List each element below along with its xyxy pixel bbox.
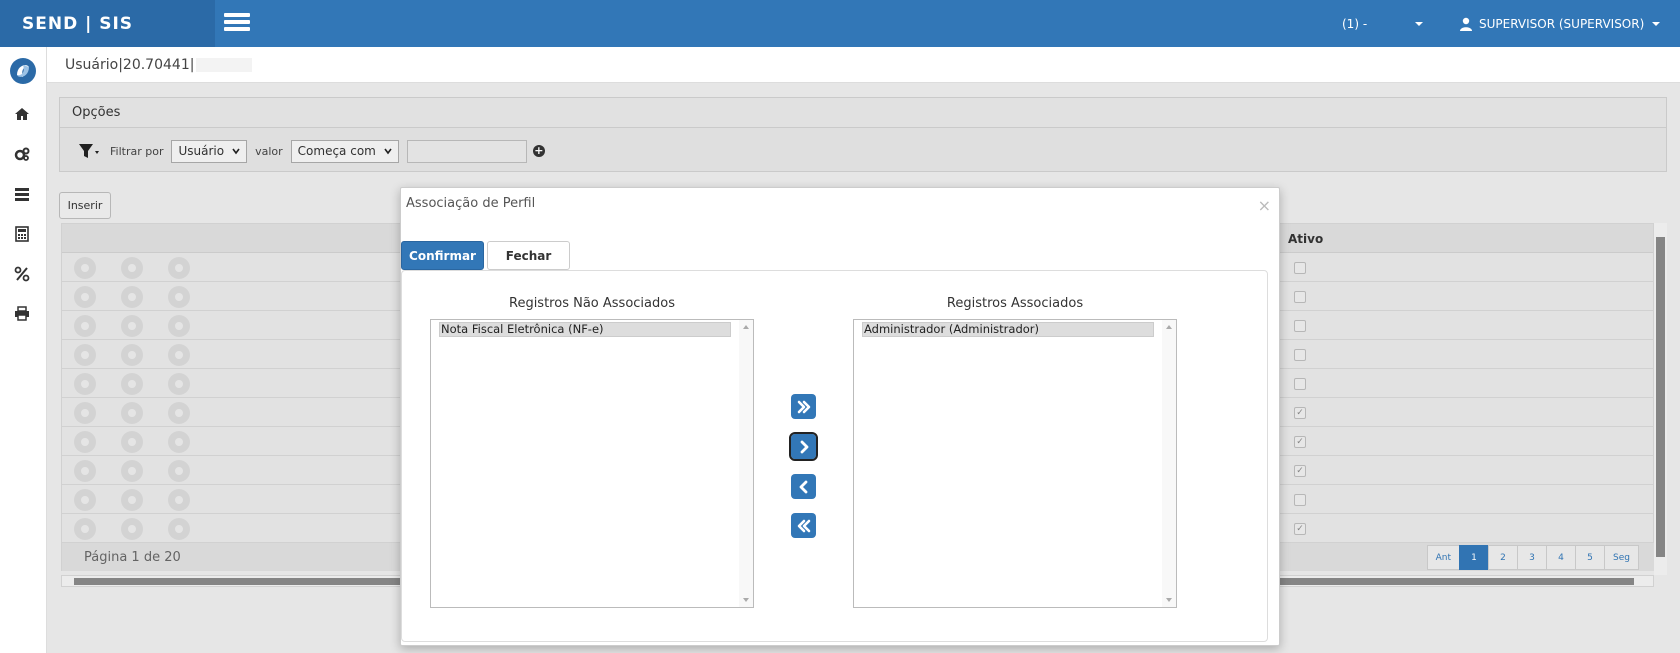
chevron-down-icon: [1652, 21, 1661, 26]
double-chevron-left-icon: [797, 519, 810, 532]
unassociated-title: Registros Não Associados: [509, 296, 675, 311]
confirm-button[interactable]: Confirmar: [401, 241, 484, 270]
sidebar: [0, 47, 47, 653]
top-bar: SEND | SIS (1) - SUPERVISOR (SUPERVISOR): [0, 0, 1680, 47]
move-all-left-button[interactable]: [791, 513, 816, 538]
user-icon: [1460, 17, 1472, 31]
redacted-value: [196, 57, 253, 72]
list-item[interactable]: Administrador (Administrador): [862, 322, 1154, 337]
move-right-button[interactable]: [789, 432, 818, 461]
calculator-icon[interactable]: [14, 226, 30, 242]
menu-toggle-icon[interactable]: [224, 13, 250, 31]
list-item[interactable]: Nota Fiscal Eletrônica (NF-e): [439, 322, 731, 337]
dialog-body: Registros Não Associados Registros Assoc…: [401, 270, 1268, 642]
app-logo-icon: [10, 58, 36, 84]
list-scrollbar[interactable]: [1162, 320, 1176, 607]
breadcrumb-text: Usuário|20.70441|: [65, 56, 195, 73]
profile-association-dialog: Associação de Perfil × Confirmar Fechar …: [400, 187, 1280, 646]
percent-icon[interactable]: [14, 266, 30, 282]
double-chevron-right-icon: [797, 400, 810, 413]
unassociated-list[interactable]: Nota Fiscal Eletrônica (NF-e): [430, 319, 754, 608]
breadcrumb: Usuário|20.70441|: [47, 47, 1680, 83]
dialog-title: Associação de Perfil: [406, 196, 536, 211]
move-all-right-button[interactable]: [791, 394, 816, 419]
associated-list[interactable]: Administrador (Administrador): [853, 319, 1177, 608]
chevron-right-icon: [800, 440, 808, 453]
brand-logo[interactable]: SEND | SIS: [0, 0, 215, 47]
printer-icon[interactable]: [14, 306, 30, 322]
list-scrollbar[interactable]: [739, 320, 753, 607]
list-icon[interactable]: [14, 186, 30, 202]
gears-icon[interactable]: [14, 146, 30, 162]
chevron-left-icon: [799, 480, 807, 493]
user-name: SUPERVISOR (SUPERVISOR): [1479, 16, 1645, 31]
context-label: (1) -: [1342, 16, 1368, 31]
move-left-button[interactable]: [791, 474, 816, 499]
close-button[interactable]: Fechar: [487, 241, 570, 270]
home-icon[interactable]: [14, 106, 30, 122]
context-dropdown[interactable]: (1) -: [1342, 0, 1424, 47]
chevron-down-icon: [1415, 21, 1424, 26]
associated-title: Registros Associados: [946, 296, 1084, 311]
user-menu[interactable]: SUPERVISOR (SUPERVISOR): [1459, 0, 1661, 47]
close-icon[interactable]: ×: [1258, 196, 1271, 215]
